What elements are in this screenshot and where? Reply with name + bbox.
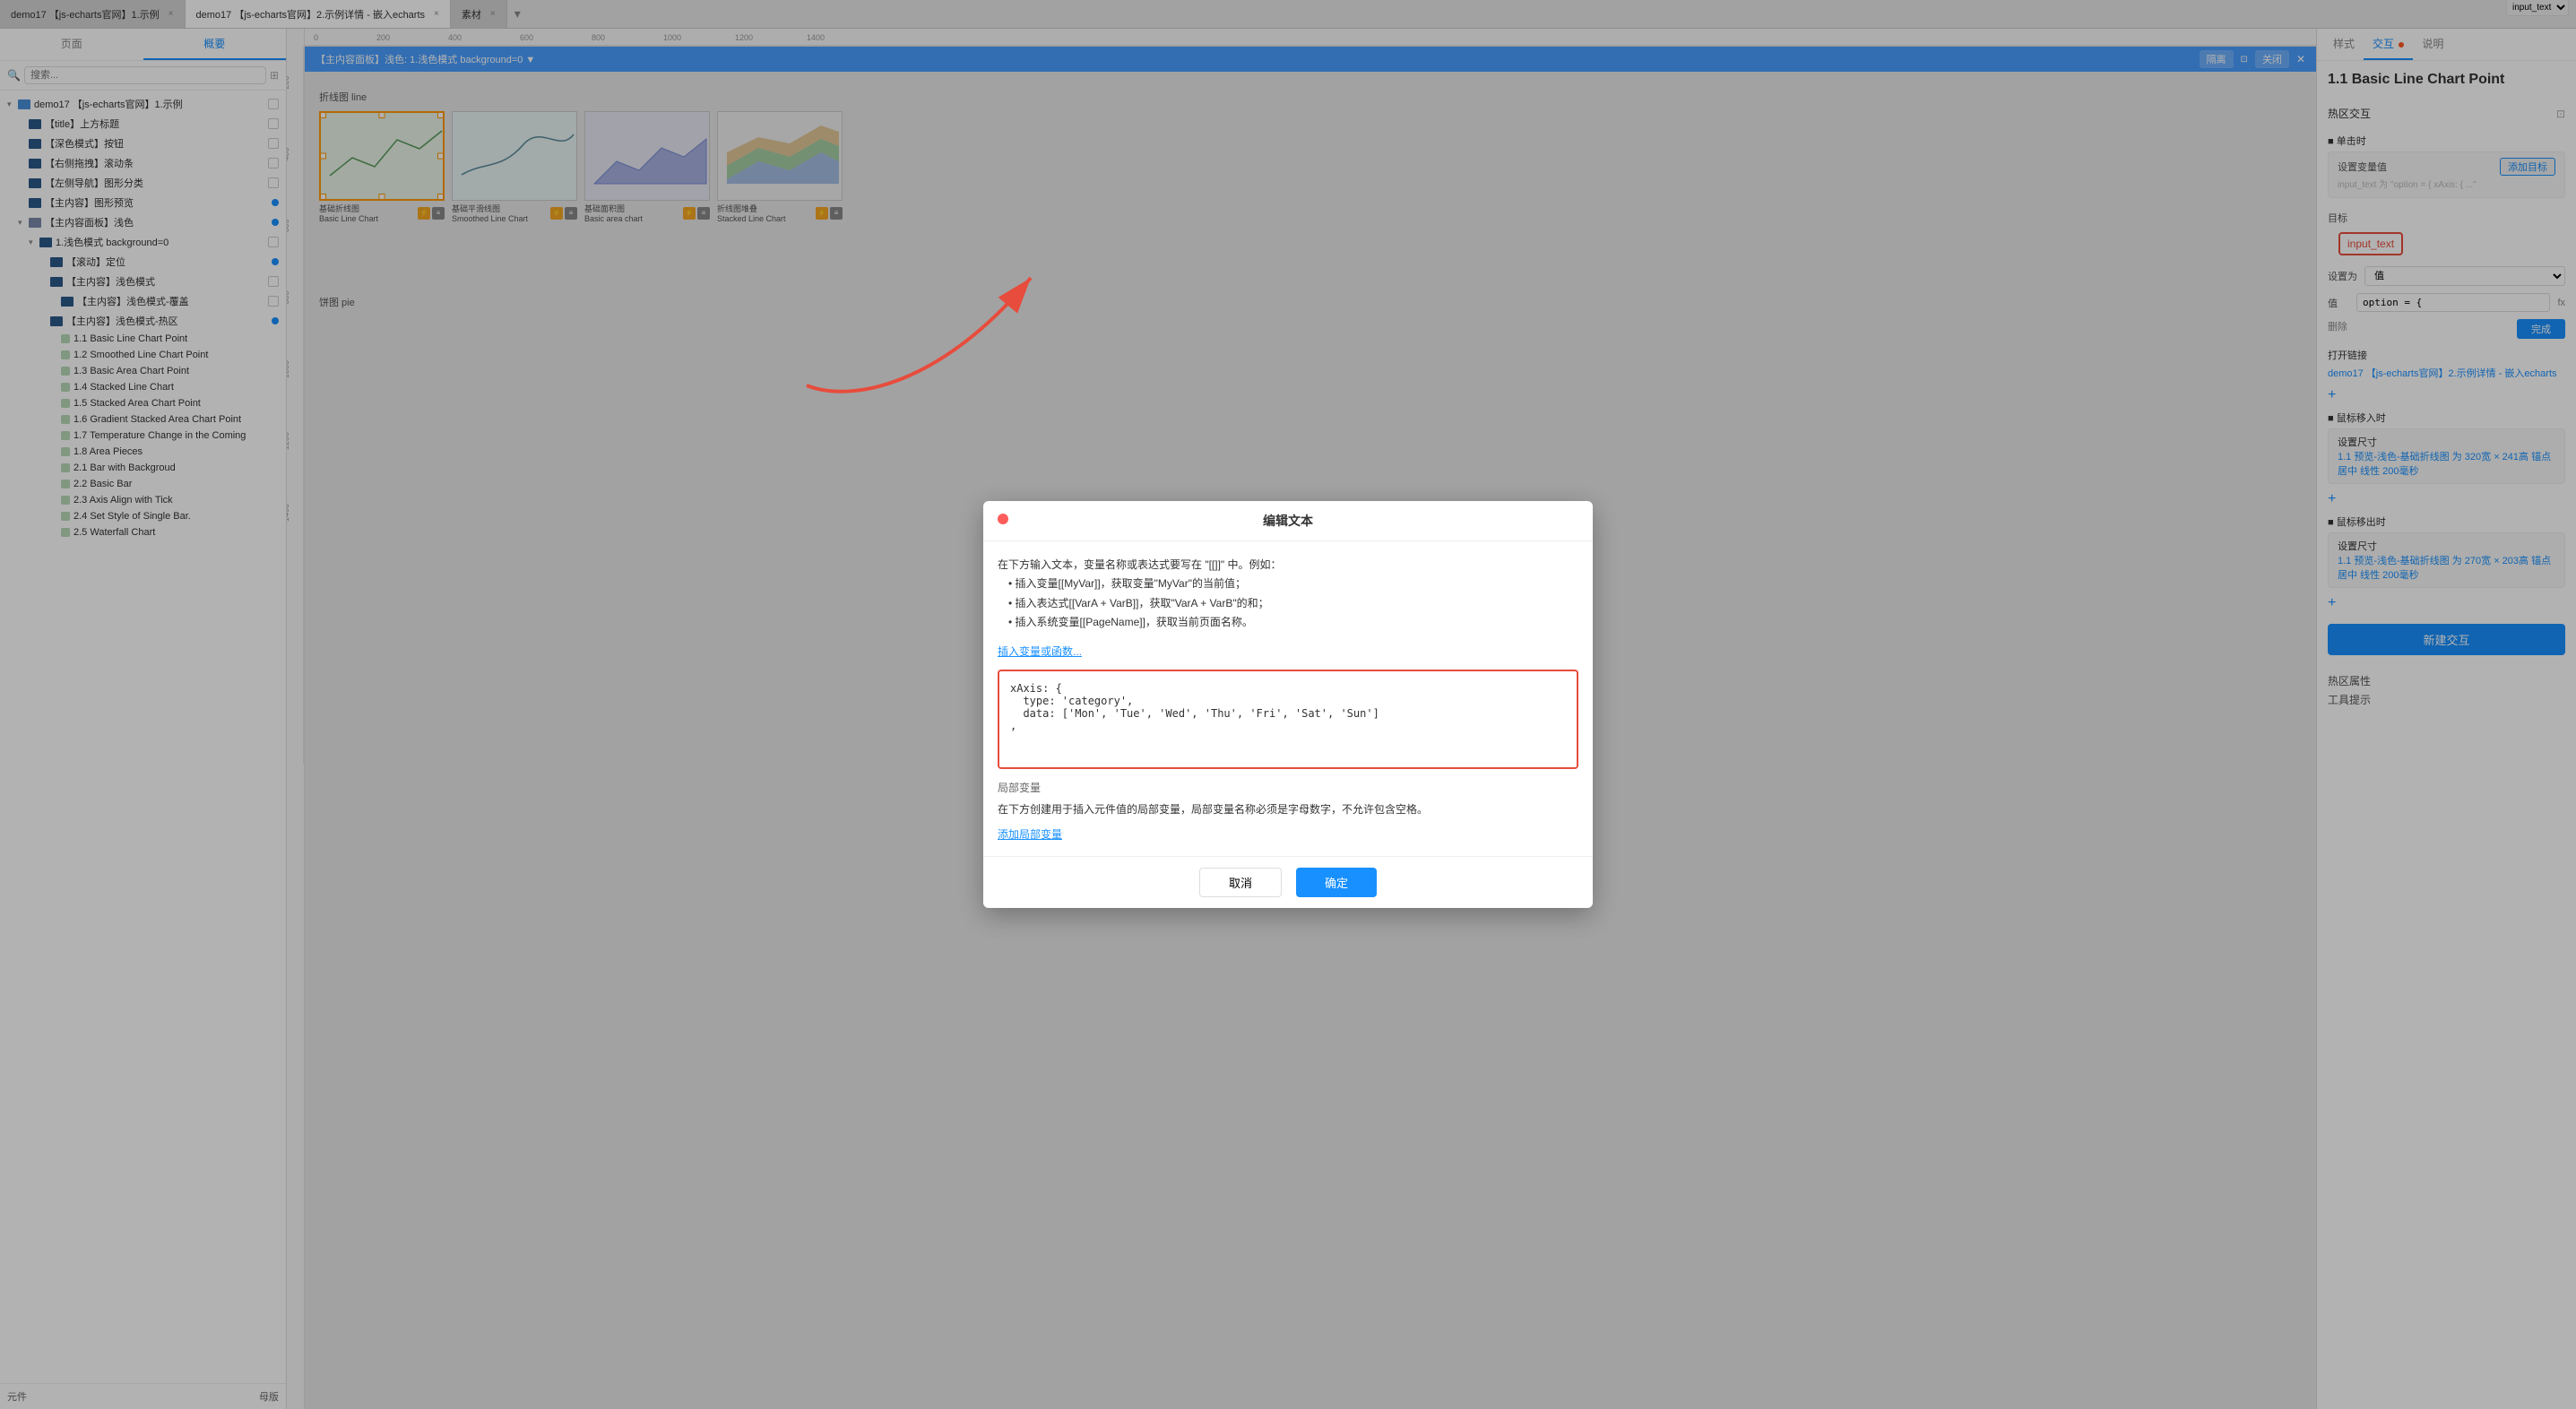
dialog-title: 编辑文本: [1016, 512, 1560, 530]
confirm-btn[interactable]: 确定: [1296, 868, 1377, 897]
local-var-desc: 在下方创建用于插入元件值的局部变量，局部变量名称必须是字母数字，不允许包含空格。: [998, 800, 1578, 820]
dialog-description: 在下方输入文本，变量名称或表达式要写在 "[[]]" 中。例如： • 插入变量[…: [998, 556, 1578, 633]
dialog-overlay: 编辑文本 在下方输入文本，变量名称或表达式要写在 "[[]]" 中。例如： • …: [0, 0, 2576, 1409]
dialog-footer: 取消 确定: [983, 856, 1593, 908]
dialog-header: 编辑文本: [983, 501, 1593, 541]
bullet-1: • 插入变量[[MyVar]]，获取变量"MyVar"的当前值；: [1008, 577, 1246, 590]
cancel-btn[interactable]: 取消: [1199, 868, 1282, 897]
edit-text-dialog: 编辑文本 在下方输入文本，变量名称或表达式要写在 "[[]]" 中。例如： • …: [983, 501, 1593, 909]
insert-link[interactable]: 插入变量或函数...: [998, 644, 1578, 659]
code-input-area: xAxis: { type: 'category', data: ['Mon',…: [998, 670, 1578, 769]
local-var-title: 局部变量: [998, 780, 1578, 795]
code-textarea[interactable]: xAxis: { type: 'category', data: ['Mon',…: [1010, 682, 1566, 754]
bullet-2: • 插入表达式[[VarA + VarB]]，获取"VarA + VarB"的和…: [1008, 597, 1269, 609]
bullet-3: • 插入系统变量[[PageName]]，获取当前页面名称。: [1008, 616, 1253, 628]
dialog-close-dot[interactable]: [998, 514, 1008, 524]
add-var-link[interactable]: 添加局部变量: [998, 828, 1062, 841]
dialog-body: 在下方输入文本，变量名称或表达式要写在 "[[]]" 中。例如： • 插入变量[…: [983, 541, 1593, 857]
